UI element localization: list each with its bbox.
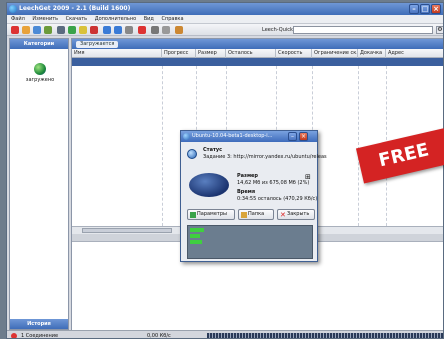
menu-extra[interactable]: Дополнительно bbox=[95, 16, 136, 22]
close-button[interactable]: × bbox=[431, 4, 441, 14]
open-icon[interactable] bbox=[33, 26, 41, 34]
sidebar-history-tab[interactable]: История bbox=[10, 319, 68, 329]
folder-icon bbox=[241, 212, 247, 218]
status-text: Задание 3: http://mirror.yandex.ru/ubunt… bbox=[203, 154, 327, 160]
status-icon bbox=[187, 149, 197, 159]
parameters-button[interactable]: Параметры bbox=[187, 209, 235, 220]
quick-bar-input[interactable] bbox=[293, 26, 433, 34]
close-dialog-button[interactable]: ✕ Закрыть bbox=[277, 209, 315, 220]
window-title: LeechGet 2009 - 2.1 (Build 1600) bbox=[19, 5, 131, 12]
dialog-close-button[interactable]: × bbox=[299, 132, 308, 141]
properties-icon[interactable] bbox=[57, 26, 65, 34]
up-icon[interactable] bbox=[103, 26, 111, 34]
menu-file[interactable]: Файл bbox=[11, 16, 25, 22]
col-address[interactable]: Адрес bbox=[386, 49, 443, 58]
toolbar: Leech-Quick-bar: ⚙ bbox=[7, 24, 443, 36]
pause-icon[interactable] bbox=[79, 26, 87, 34]
col-resume[interactable]: Докачка bbox=[358, 49, 386, 58]
minimize-button[interactable]: – bbox=[409, 4, 419, 14]
schedule-icon[interactable] bbox=[151, 26, 159, 34]
close-x-icon: ✕ bbox=[280, 211, 286, 219]
menu-help[interactable]: Справка bbox=[161, 16, 183, 22]
column-header: Имя Прогресс Размер Осталось Скорость Ог… bbox=[72, 49, 443, 58]
segment-map bbox=[187, 225, 313, 259]
down-icon[interactable] bbox=[114, 26, 122, 34]
grid-line bbox=[162, 66, 163, 226]
category-tab-bar: Загружается bbox=[72, 39, 443, 49]
info-icon[interactable] bbox=[162, 26, 170, 34]
grid-line bbox=[358, 66, 359, 226]
delete-icon[interactable] bbox=[90, 26, 98, 34]
size-text: 14,62 Мб из 675,08 Мб (2%) bbox=[237, 180, 310, 186]
dialog-app-icon bbox=[183, 133, 190, 140]
menu-download[interactable]: Скачать bbox=[66, 16, 87, 22]
col-speed[interactable]: Скорость bbox=[276, 49, 312, 58]
folder-label: Папка bbox=[248, 211, 265, 217]
tools-icon[interactable] bbox=[175, 26, 183, 34]
category-sidebar: Категории загружено История bbox=[9, 38, 69, 330]
sidebar-header: Категории bbox=[10, 39, 68, 49]
table-row[interactable] bbox=[72, 58, 443, 66]
segment-done bbox=[190, 234, 200, 238]
remove-icon[interactable] bbox=[138, 26, 146, 34]
download-icon[interactable] bbox=[44, 26, 52, 34]
menu-bar: Файл Изменить Скачать Дополнительно Вид … bbox=[7, 15, 443, 24]
parameters-label: Параметры bbox=[197, 211, 227, 217]
folder-button[interactable]: Папка bbox=[238, 209, 274, 220]
traffic-graph bbox=[207, 333, 443, 338]
dialog-title-bar: Ubuntu-10.04-beta1-desktop-i... – × bbox=[181, 131, 317, 142]
status-bar: 1 Соединение 0,00 Кб/с bbox=[7, 330, 443, 339]
maximize-button[interactable]: □ bbox=[420, 4, 430, 14]
quick-bar-go-button[interactable]: ⚙ bbox=[436, 26, 443, 34]
scrollbar-thumb[interactable] bbox=[82, 228, 172, 233]
col-remaining[interactable]: Осталось bbox=[226, 49, 276, 58]
sidebar-item-downloaded[interactable]: загружено bbox=[20, 63, 60, 83]
tab-downloading[interactable]: Загружается bbox=[76, 41, 119, 48]
progress-pie bbox=[189, 173, 229, 197]
menu-edit[interactable]: Изменить bbox=[32, 16, 58, 22]
dialog-minimize-button[interactable]: – bbox=[288, 132, 297, 141]
close-label: Закрыть bbox=[287, 211, 310, 217]
segments-icon: ⊞ bbox=[305, 173, 311, 181]
col-size[interactable]: Размер bbox=[196, 49, 226, 58]
col-speed-limit[interactable]: Ограничение ск... bbox=[312, 49, 358, 58]
time-text: 0:34:55 осталось (470,29 Кб/с) bbox=[237, 196, 318, 202]
segment-done bbox=[190, 240, 202, 244]
col-progress[interactable]: Прогресс bbox=[162, 49, 196, 58]
new-download-icon[interactable] bbox=[22, 26, 30, 34]
play-icon[interactable] bbox=[68, 26, 76, 34]
check-icon bbox=[190, 212, 196, 218]
size-label: Размер bbox=[237, 173, 259, 179]
segment-done bbox=[190, 228, 204, 232]
connection-icon bbox=[11, 333, 17, 338]
sidebar-item-label: загружено bbox=[25, 77, 55, 83]
dialog-title: Ubuntu-10.04-beta1-desktop-i... bbox=[192, 133, 273, 139]
download-progress-dialog: Ubuntu-10.04-beta1-desktop-i... – × Стат… bbox=[180, 130, 327, 262]
app-icon bbox=[9, 5, 17, 13]
title-bar: LeechGet 2009 - 2.1 (Build 1600) – □ × bbox=[7, 3, 443, 15]
settings-icon[interactable] bbox=[125, 26, 133, 34]
globe-icon bbox=[34, 63, 46, 75]
menu-view[interactable]: Вид bbox=[144, 16, 154, 22]
col-name[interactable]: Имя bbox=[72, 49, 162, 58]
status-label: Статус bbox=[203, 147, 223, 153]
time-label: Время bbox=[237, 189, 256, 195]
speed-text: 0,00 Кб/с bbox=[147, 333, 171, 339]
stop-icon[interactable] bbox=[11, 26, 19, 34]
connections-text: 1 Соединение bbox=[21, 333, 59, 339]
